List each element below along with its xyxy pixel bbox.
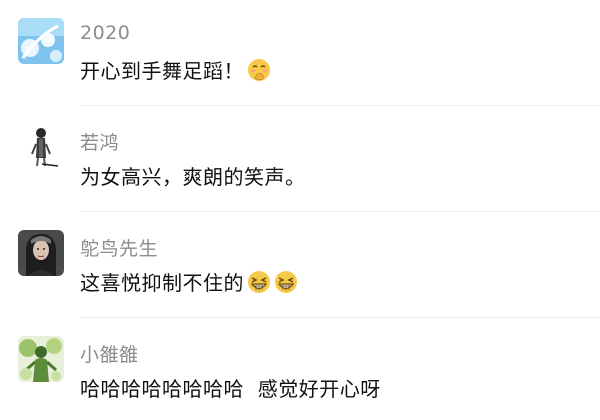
ink-figure-avatar-icon [18, 124, 64, 170]
grinning-squint-emoji-icon [247, 270, 271, 294]
username[interactable]: 2020 [80, 22, 130, 44]
hand-over-mouth-emoji-icon [247, 58, 271, 82]
comment-text-row: 这喜悦抑制不住的 [80, 267, 298, 296]
comment-text: 哈哈哈哈哈哈哈哈 感觉好开心呀 [80, 377, 381, 401]
user-avatar[interactable] [18, 124, 64, 170]
sky-blue-avatar-icon [18, 18, 64, 64]
grinning-squint-emoji-icon [274, 270, 298, 294]
comment-text-row: 为女高兴，爽朗的笑声。 [80, 161, 306, 190]
comment-text: 开心到手舞足蹈！ [80, 59, 244, 83]
username[interactable]: 鸵鸟先生 [80, 234, 158, 261]
comment-item: 鸵鸟先生 这喜悦抑制不住的 [0, 212, 600, 318]
comment-text: 这喜悦抑制不住的 [80, 271, 244, 295]
comment-text-row: 哈哈哈哈哈哈哈哈 感觉好开心呀 [80, 373, 381, 402]
comment-text: 为女高兴，爽朗的笑声。 [80, 165, 306, 189]
long-hair-portrait-avatar-icon [18, 230, 64, 276]
green-figure-avatar-icon [18, 336, 64, 382]
username[interactable]: 若鸿 [80, 128, 119, 155]
user-avatar[interactable] [18, 230, 64, 276]
comment-text-row: 开心到手舞足蹈！ [80, 55, 271, 84]
comment-item: 若鸿 为女高兴，爽朗的笑声。 [0, 106, 600, 212]
user-avatar[interactable] [18, 336, 64, 382]
comment-list: 2020 开心到手舞足蹈！ 若鸿 为女高兴，爽朗的笑声。 鸵鸟先生 这喜悦抑制不… [0, 0, 600, 420]
user-avatar[interactable] [18, 18, 64, 64]
username[interactable]: 小雒雒 [80, 340, 139, 367]
comment-item: 2020 开心到手舞足蹈！ [0, 0, 600, 106]
comment-item: 小雒雒 哈哈哈哈哈哈哈哈 感觉好开心呀 [0, 318, 600, 420]
